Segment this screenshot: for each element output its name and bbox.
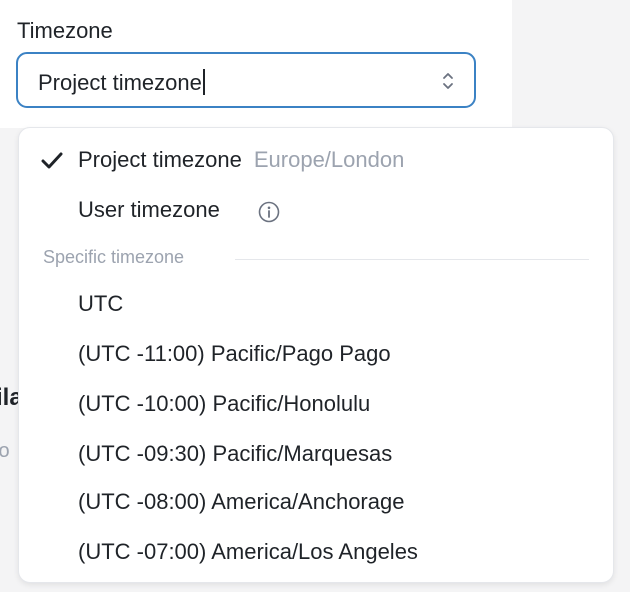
timezone-option-label: (UTC -09:30) Pacific/Marquesas (78, 441, 393, 466)
timezone-option[interactable]: (UTC -07:00) America/Los Angeles (19, 531, 613, 575)
option-project-timezone[interactable]: Project timezone Europe/London (19, 139, 613, 183)
timezone-option-label: (UTC -07:00) America/Los Angeles (78, 539, 418, 564)
timezone-option[interactable]: (UTC -10:00) Pacific/Honolulu (19, 383, 613, 427)
timezone-select[interactable]: Project timezone (16, 52, 476, 108)
section-title: Specific timezone (43, 247, 185, 267)
specific-timezone-section: Specific timezone (43, 247, 589, 271)
timezone-option[interactable]: UTC (19, 283, 613, 327)
timezone-select-value[interactable]: Project timezone (38, 69, 205, 96)
timezone-option-label: (UTC -08:00) America/Anchorage (78, 489, 405, 514)
timezone-option[interactable]: (UTC -09:30) Pacific/Marquesas (19, 433, 613, 477)
timezone-option-label: (UTC -11:00) Pacific/Pago Pago (78, 341, 391, 366)
timezone-option[interactable]: (UTC -08:00) America/Anchorage (19, 481, 613, 525)
chevron-up-down-icon[interactable] (442, 71, 454, 91)
option-user-timezone-label: User timezone (78, 197, 220, 222)
timezone-dropdown-menu: Project timezone Europe/London User timez… (18, 127, 614, 583)
option-user-timezone[interactable]: User timezone (19, 189, 613, 233)
timezone-option[interactable]: (UTC -11:00) Pacific/Pago Pago (19, 333, 613, 377)
timezone-field-label: Timezone (17, 18, 113, 43)
settings-panel: Timezone Project timezone (0, 0, 512, 128)
timezone-option-label: UTC (78, 291, 124, 316)
section-divider (235, 259, 589, 260)
background-text-fragment: io (0, 440, 10, 462)
option-project-timezone-label: Project timezone Europe/London (78, 147, 405, 172)
checkmark-icon (41, 152, 63, 169)
text-cursor (202, 69, 205, 95)
option-project-timezone-sublabel: Europe/London (253, 147, 405, 172)
timezone-option-label: (UTC -10:00) Pacific/Honolulu (78, 391, 371, 416)
info-icon[interactable] (258, 201, 280, 223)
